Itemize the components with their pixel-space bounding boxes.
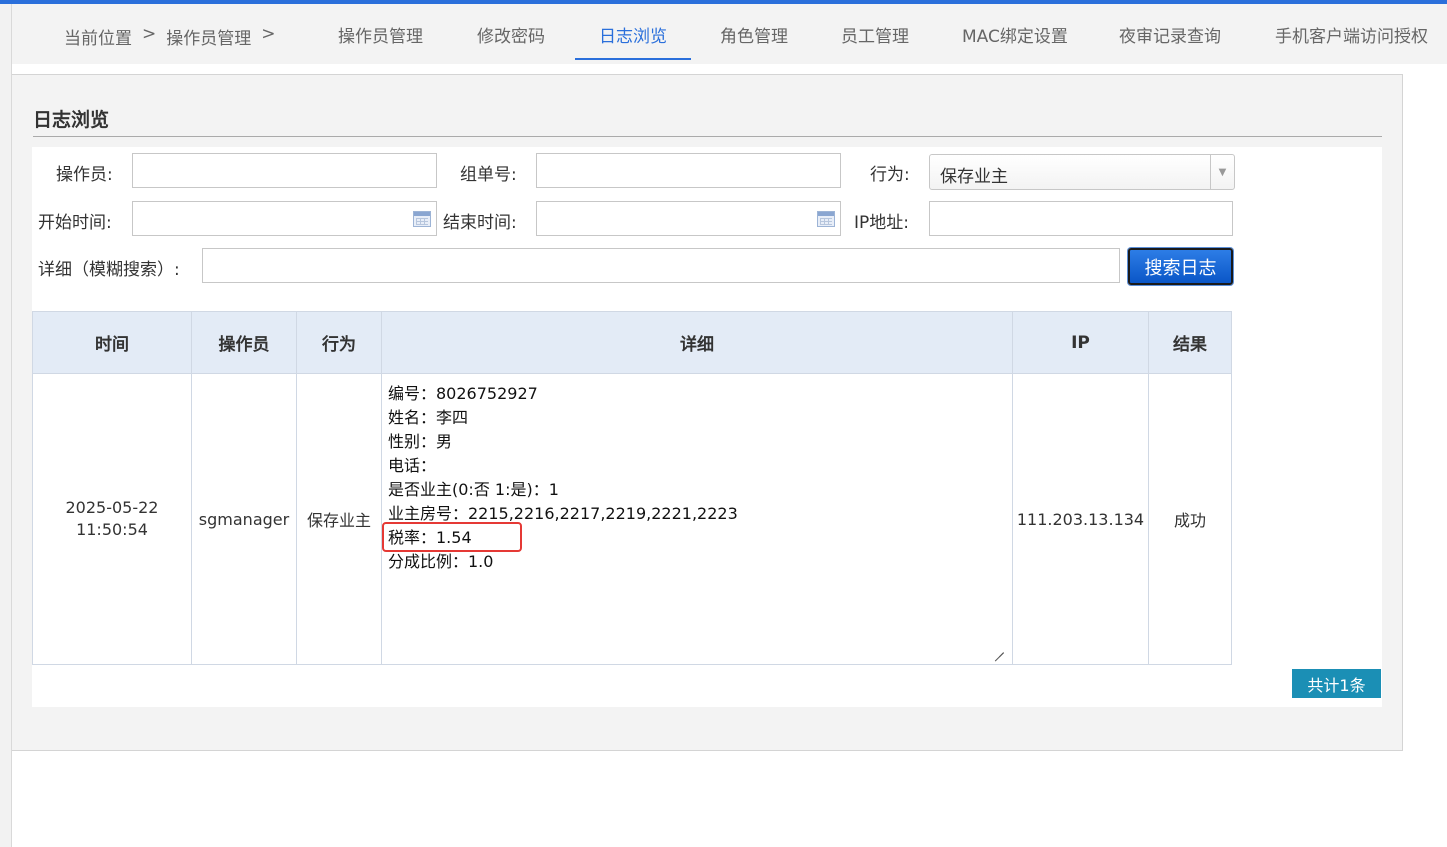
tab-staff-management[interactable]: 员工管理	[841, 22, 909, 47]
detail-line-phone: 电话：	[388, 456, 437, 475]
cell-detail: 编号：8026752927 姓名：李四 性别：男 电话： 是否业主(0:否 1:…	[381, 373, 1013, 665]
action-select-value: 保存业主	[940, 167, 1008, 187]
time-clock: 11:50:54	[76, 520, 148, 539]
cell-operator: sgmanager	[191, 373, 297, 665]
left-sidebar-collapsed[interactable]	[0, 4, 12, 847]
column-header-operator: 操作员	[191, 311, 297, 374]
active-tab-indicator	[575, 58, 691, 60]
cell-ip: 111.203.13.134	[1012, 373, 1149, 665]
column-header-detail: 详细	[381, 311, 1013, 374]
tab-change-password[interactable]: 修改密码	[477, 22, 545, 47]
search-log-button[interactable]: 搜索日志	[1128, 248, 1233, 285]
start-time-input[interactable]	[132, 201, 437, 236]
group-number-input[interactable]	[536, 153, 841, 188]
table-header-row: 时间 操作员 行为 详细 IP 结果	[32, 311, 1232, 374]
breadcrumb: 当前位置 > 操作员管理 >	[64, 24, 276, 49]
detail-line-is-owner: 是否业主(0:否 1:是)：1	[388, 480, 559, 499]
operator-label: 操作员:	[56, 165, 113, 185]
tax-rate-highlight-box	[382, 522, 522, 552]
action-label: 行为:	[870, 165, 910, 185]
breadcrumb-current[interactable]: 操作员管理	[166, 24, 251, 49]
column-header-time: 时间	[32, 311, 192, 374]
action-select[interactable]: 保存业主 ▼	[929, 154, 1235, 190]
tab-operator-management[interactable]: 操作员管理	[338, 22, 423, 47]
start-time-label: 开始时间:	[38, 213, 112, 233]
detail-line-gender: 性别：男	[388, 432, 453, 451]
detail-line-id: 编号：8026752927	[388, 384, 538, 403]
end-time-input[interactable]	[536, 201, 841, 236]
resize-handle-icon[interactable]	[994, 643, 1004, 653]
tab-mobile-access-auth[interactable]: 手机客户端访问授权	[1275, 22, 1428, 47]
operator-input[interactable]	[132, 153, 437, 188]
breadcrumb-separator: >	[142, 24, 157, 44]
tab-mac-binding[interactable]: MAC绑定设置	[962, 22, 1068, 47]
calendar-icon[interactable]	[413, 211, 431, 227]
cell-action: 保存业主	[296, 373, 382, 665]
detail-line-share-ratio: 分成比例：1.0	[388, 552, 494, 571]
total-count-badge: 共计1条	[1292, 669, 1381, 698]
panel-divider	[33, 136, 1382, 137]
table-row: 2025-05-22 11:50:54 sgmanager 保存业主 编号：80…	[32, 373, 1232, 665]
log-table: 时间 操作员 行为 详细 IP 结果 2025-05-22 11:50:54 s…	[32, 311, 1232, 665]
detail-textarea[interactable]: 编号：8026752927 姓名：李四 性别：男 电话： 是否业主(0:否 1:…	[382, 374, 1012, 663]
tab-role-management[interactable]: 角色管理	[720, 22, 788, 47]
detail-search-label: 详细（模糊搜索）:	[38, 260, 180, 280]
tab-night-audit-query[interactable]: 夜审记录查询	[1119, 22, 1221, 47]
time-date: 2025-05-22	[65, 498, 159, 517]
detail-search-input[interactable]	[202, 248, 1120, 283]
column-header-action: 行为	[296, 311, 382, 374]
ip-address-label: IP地址:	[854, 213, 909, 233]
group-number-label: 组单号:	[460, 165, 517, 185]
detail-line-name: 姓名：李四	[388, 408, 469, 427]
calendar-icon[interactable]	[817, 211, 835, 227]
panel-title: 日志浏览	[33, 109, 110, 131]
breadcrumb-separator: >	[261, 24, 276, 44]
column-header-ip: IP	[1012, 311, 1149, 374]
cell-time: 2025-05-22 11:50:54	[32, 373, 192, 665]
end-time-label: 结束时间:	[443, 213, 517, 233]
breadcrumb-prefix: 当前位置	[64, 29, 132, 49]
chevron-down-icon[interactable]: ▼	[1210, 155, 1234, 189]
cell-result: 成功	[1148, 373, 1232, 665]
tab-log-browse[interactable]: 日志浏览	[599, 22, 667, 47]
column-header-result: 结果	[1148, 311, 1232, 374]
ip-address-input[interactable]	[929, 201, 1233, 236]
